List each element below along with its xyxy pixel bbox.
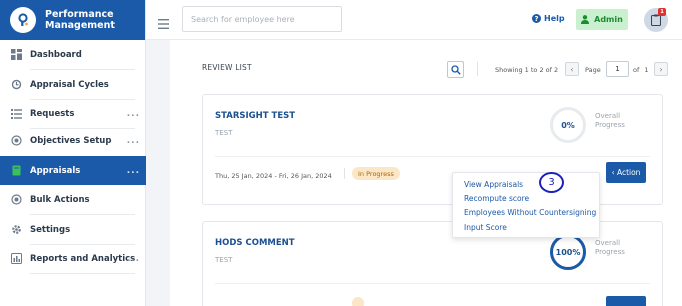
page-number-input[interactable] xyxy=(606,61,629,77)
sidebar-item-label: Appraisal Cycles xyxy=(30,79,109,90)
help-icon: ? xyxy=(532,14,541,23)
notification-badge: 1 xyxy=(658,8,666,16)
page-label: Page xyxy=(585,66,601,74)
appraisal-book-icon xyxy=(10,165,22,177)
employee-search-input[interactable] xyxy=(182,6,342,32)
action-dropdown-menu: View Appraisals Recompute score Employee… xyxy=(452,172,600,238)
review-cycle: TEST xyxy=(215,256,233,264)
sidebar-item-label: Reports and Analytics xyxy=(30,253,136,264)
more-dots-icon[interactable]: ... xyxy=(127,166,140,176)
search-icon xyxy=(450,64,461,75)
page-title: REVIEW LIST xyxy=(202,63,252,72)
sidebar-item-label: Dashboard xyxy=(30,49,82,60)
divider xyxy=(215,283,650,284)
review-list-panel: REVIEW LIST Showing 1 to 2 of 2 ‹ Page o… xyxy=(170,40,682,306)
brand-header[interactable]: Performance Management xyxy=(0,0,145,40)
help-link[interactable]: ? Help xyxy=(532,14,565,23)
menu-item-input-score[interactable]: Input Score xyxy=(464,223,507,232)
status-badge xyxy=(352,297,364,306)
sidebar-item-appraisals[interactable]: Appraisals ... xyxy=(0,156,146,185)
sidebar-item-label: Requests xyxy=(30,108,75,119)
action-button[interactable] xyxy=(606,296,646,306)
more-dots-icon[interactable]: ... xyxy=(127,136,140,146)
admin-role-button[interactable]: Admin xyxy=(576,9,628,30)
review-name[interactable]: STARSIGHT TEST xyxy=(215,111,295,121)
review-cycle: TEST xyxy=(215,129,233,137)
sidebar-item-requests[interactable]: Requests ... xyxy=(0,99,146,128)
menu-item-recompute-score[interactable]: Recompute score xyxy=(464,194,529,203)
top-bar: ? Help Admin 1 xyxy=(146,0,682,40)
sidebar-item-objectives-setup[interactable]: Objectives Setup ... xyxy=(0,126,146,155)
divider xyxy=(215,156,650,157)
user-icon xyxy=(581,15,590,24)
overall-progress-label: Overall Progress xyxy=(595,239,625,256)
menu-item-employees-without-countersigning[interactable]: Employees Without Countersigning xyxy=(464,208,596,217)
list-icon xyxy=(10,108,22,120)
progress-percent: 100% xyxy=(555,247,581,257)
divider xyxy=(30,273,135,274)
search-button[interactable] xyxy=(447,61,464,78)
dashboard-icon xyxy=(10,49,22,61)
sidebar-item-bulk-actions[interactable]: Bulk Actions xyxy=(0,185,146,214)
menu-item-view-appraisals[interactable]: View Appraisals xyxy=(464,180,523,189)
hamburger-menu-icon[interactable] xyxy=(158,14,169,29)
total-pages-label: of 1 xyxy=(633,66,649,74)
status-badge: In Progress xyxy=(352,167,400,180)
sidebar-item-label: Objectives Setup xyxy=(30,135,112,146)
progress-percent: 0% xyxy=(561,120,575,130)
target-icon xyxy=(10,194,22,206)
svg-text:?: ? xyxy=(534,15,538,23)
report-icon xyxy=(10,253,22,265)
action-button[interactable]: ‹ Action xyxy=(606,162,646,183)
sidebar-item-dashboard[interactable]: Dashboard xyxy=(0,40,146,69)
sidebar: Performance Management Dashboard Apprais… xyxy=(0,0,146,306)
gear-icon xyxy=(10,224,22,236)
sidebar-item-label: Bulk Actions xyxy=(30,194,90,205)
sidebar-item-label: Settings xyxy=(30,224,71,235)
next-page-button[interactable]: › xyxy=(654,62,668,76)
target-icon xyxy=(10,135,22,147)
sidebar-item-reports-and-analytics[interactable]: Reports and Analytics ... xyxy=(0,244,146,273)
more-dots-icon[interactable]: ... xyxy=(127,254,140,264)
app-logo-icon xyxy=(10,7,36,33)
app-title: Performance Management xyxy=(45,9,115,31)
more-dots-icon[interactable]: ... xyxy=(127,109,140,119)
sidebar-item-settings[interactable]: Settings xyxy=(0,215,146,244)
review-date-range: Thu, 25 Jan, 2024 - Fri, 26 Jan, 2024 xyxy=(215,172,332,180)
results-count: Showing 1 to 2 of 2 xyxy=(495,66,559,74)
cycle-icon xyxy=(10,79,22,91)
chevron-left-icon: ‹ xyxy=(570,64,574,74)
review-name[interactable]: HODS COMMENT xyxy=(215,238,295,248)
overall-progress-label: Overall Progress xyxy=(595,112,625,129)
divider xyxy=(344,168,345,179)
prev-page-button[interactable]: ‹ xyxy=(565,62,579,76)
chevron-right-icon: › xyxy=(659,64,663,74)
notification-button[interactable]: 1 xyxy=(644,8,668,32)
divider xyxy=(477,62,478,76)
sidebar-item-appraisal-cycles[interactable]: Appraisal Cycles xyxy=(0,70,146,99)
sidebar-item-label: Appraisals xyxy=(30,165,81,176)
step-marker: 3 xyxy=(539,172,564,193)
